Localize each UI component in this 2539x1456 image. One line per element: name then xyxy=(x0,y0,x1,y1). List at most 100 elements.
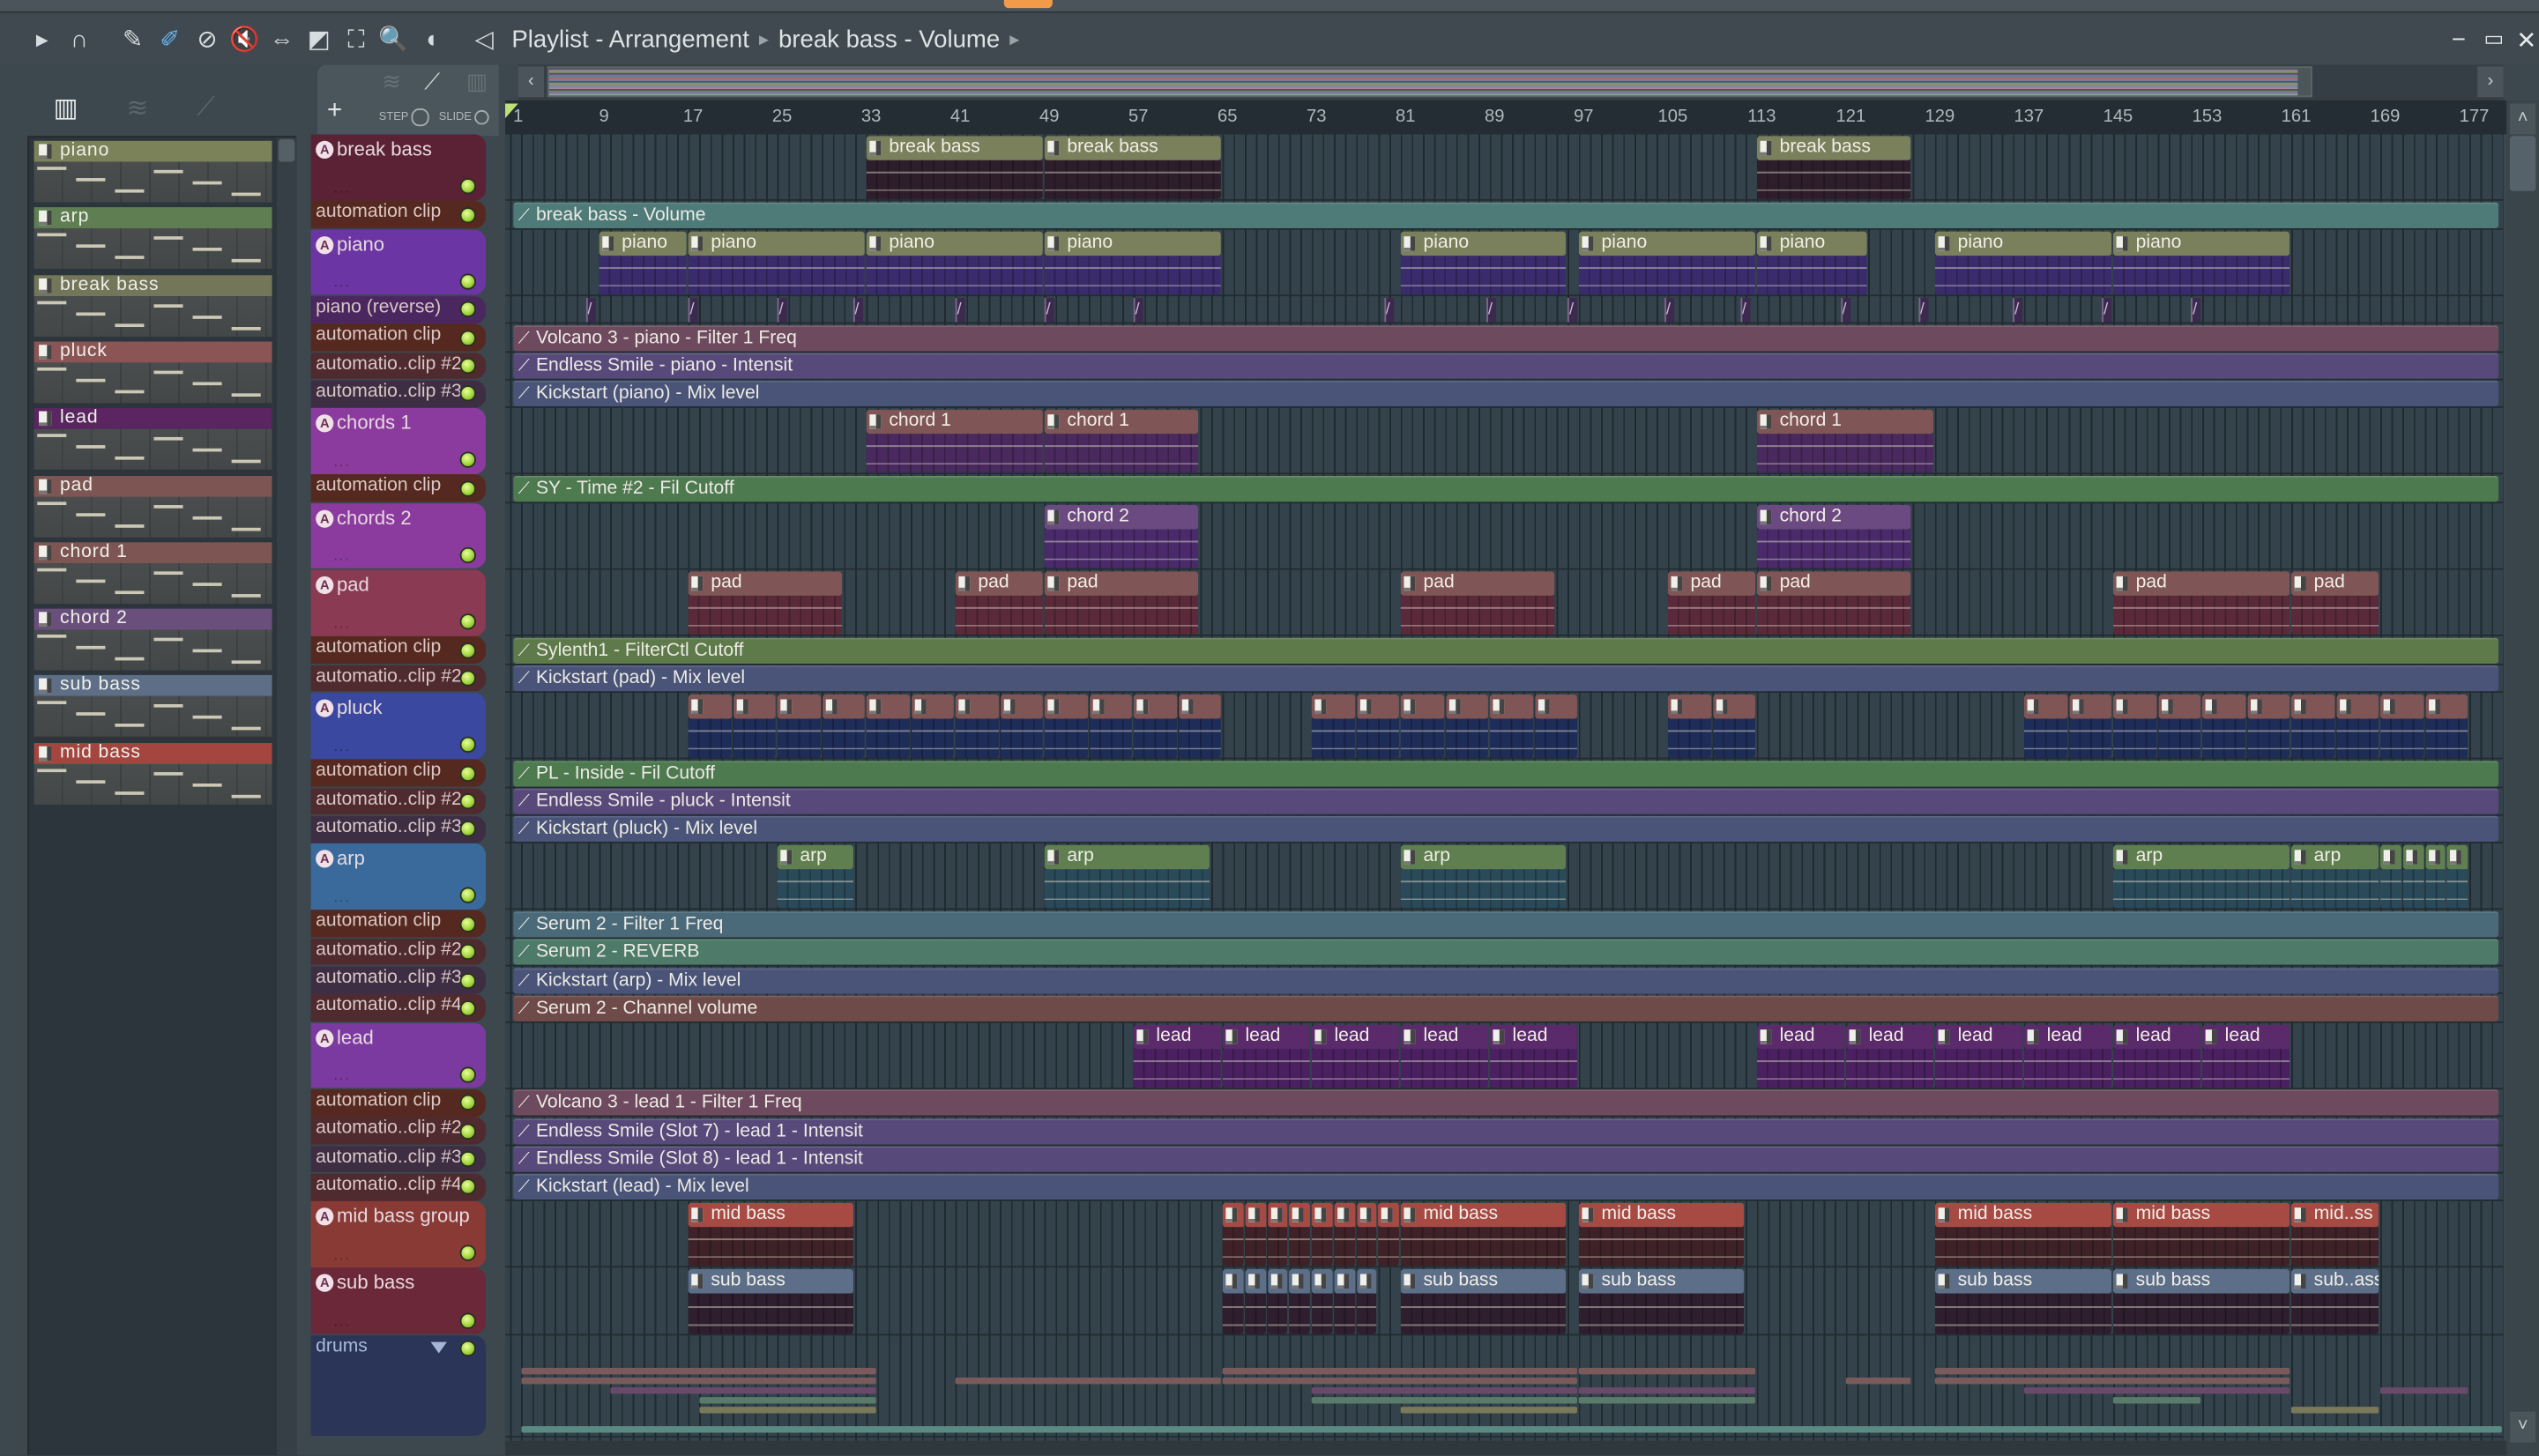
pattern-clip[interactable]: pad xyxy=(1400,571,1555,635)
track-header-automatio-clip-2[interactable]: automatio..clip #2 xyxy=(310,1117,487,1145)
automation-clip[interactable]: ⟋ break bass - Volume xyxy=(513,202,2499,228)
drum-clip[interactable] xyxy=(1845,1377,1911,1384)
pattern-clip[interactable] xyxy=(733,694,776,758)
track-header-automatio-clip-3[interactable]: automatio..clip #3 xyxy=(310,1145,487,1173)
pattern-clip[interactable]: break bass xyxy=(1044,136,1221,200)
pattern-clip[interactable]: break bass xyxy=(1756,136,1911,200)
reverse-clip[interactable]: / xyxy=(1917,297,1928,323)
reverse-clip[interactable]: / xyxy=(777,297,787,323)
expand-arrow-icon[interactable] xyxy=(430,1341,447,1353)
drum-clip[interactable] xyxy=(1934,1377,2290,1384)
pattern-clip[interactable]: lead xyxy=(1489,1023,1577,1088)
drum-clip[interactable] xyxy=(2023,1386,2290,1393)
reverse-clip[interactable]: / xyxy=(1486,297,1497,323)
automation-clip[interactable]: ⟋ Kickstart (arp) - Mix level xyxy=(513,967,2499,993)
automation-clip[interactable]: ⟋ Kickstart (pluck) - Mix level xyxy=(513,816,2499,843)
track-header-automation-clip[interactable]: automation clip xyxy=(310,636,487,665)
ruler-bar-number[interactable]: 169 xyxy=(2371,107,2401,126)
ruler-bar-number[interactable]: 137 xyxy=(2014,107,2044,126)
pattern-clip[interactable] xyxy=(2424,844,2446,910)
drum-clip[interactable] xyxy=(1311,1396,1577,1403)
pattern-clip[interactable] xyxy=(2424,694,2468,758)
track-header-automation-clip[interactable]: automation clip xyxy=(310,323,487,352)
drum-clip[interactable] xyxy=(1222,1367,1577,1374)
track-header-automation-clip[interactable]: automation clip xyxy=(310,1088,487,1117)
piano-roll-icon[interactable]: ▥ xyxy=(54,93,78,125)
track-enable-led[interactable] xyxy=(459,1178,476,1196)
pattern-clip[interactable]: lead xyxy=(1934,1023,2023,1088)
step-toggle[interactable] xyxy=(411,108,429,127)
pattern-clip[interactable] xyxy=(1712,694,1756,758)
drum-clip[interactable] xyxy=(699,1406,876,1413)
ruler-bar-number[interactable]: 145 xyxy=(2103,107,2133,126)
track-header-chords-1[interactable]: Achords 1... xyxy=(310,408,487,474)
ruler-bar-number[interactable]: 33 xyxy=(861,107,881,126)
pattern-clip[interactable] xyxy=(1089,694,1132,758)
pattern-clip[interactable]: lead xyxy=(1133,1023,1221,1088)
pattern-clip[interactable] xyxy=(1222,1202,1244,1267)
track-header-lead[interactable]: Alead... xyxy=(310,1022,487,1088)
scroll-up-button[interactable]: ˄ xyxy=(2509,103,2536,135)
pattern-clip[interactable] xyxy=(911,694,954,758)
pattern-item-mid-bass[interactable]: mid bass xyxy=(34,742,272,805)
pattern-clip[interactable] xyxy=(1311,1269,1333,1333)
track-header-automatio-clip-2[interactable]: automatio..clip #2 xyxy=(310,352,487,380)
pattern-clip[interactable]: piano xyxy=(866,230,1043,295)
picker-scrollbar[interactable] xyxy=(277,137,297,1456)
pattern-clip[interactable] xyxy=(822,694,865,758)
pattern-item-pad[interactable]: pad xyxy=(34,475,272,537)
pattern-clip[interactable] xyxy=(1289,1202,1310,1267)
pattern-item-chord-2[interactable]: chord 2 xyxy=(34,608,272,671)
pattern-clip[interactable]: lead xyxy=(1311,1023,1399,1088)
track-header-piano-reverse-[interactable]: piano (reverse) xyxy=(310,295,487,323)
drum-clip[interactable] xyxy=(521,1377,876,1384)
ruler-bar-number[interactable]: 9 xyxy=(599,107,608,126)
track-enable-led[interactable] xyxy=(459,385,476,403)
track-enable-led[interactable] xyxy=(459,888,476,904)
automation-clip[interactable]: ⟋ Endless Smile - piano - Intensit xyxy=(513,353,2499,379)
pattern-clip[interactable] xyxy=(1356,694,1399,758)
ruler-bar-number[interactable]: 97 xyxy=(1574,107,1593,126)
reverse-clip[interactable]: / xyxy=(2013,297,2023,323)
pattern-clip[interactable]: mid bass xyxy=(1578,1202,1745,1267)
pattern-clip[interactable] xyxy=(1289,1269,1310,1333)
ruler-bar-number[interactable]: 1 xyxy=(513,107,523,126)
track-enable-led[interactable] xyxy=(459,765,476,782)
track-enable-led[interactable] xyxy=(459,273,476,290)
reverse-clip[interactable]: / xyxy=(955,297,965,323)
ruler-bar-number[interactable]: 49 xyxy=(1039,107,1060,126)
pattern-clip[interactable] xyxy=(2379,694,2424,758)
delete-icon[interactable]: ⊘ xyxy=(190,21,225,56)
automation-clip[interactable]: ⟋ Serum 2 - Channel volume xyxy=(513,995,2499,1021)
pattern-clip[interactable] xyxy=(1267,1202,1288,1267)
pattern-clip[interactable]: arp xyxy=(2112,844,2290,910)
pattern-clip[interactable] xyxy=(1000,694,1043,758)
reverse-clip[interactable]: / xyxy=(1383,297,1394,323)
pattern-clip[interactable]: arp xyxy=(2290,844,2379,910)
pattern-clip[interactable]: lead xyxy=(2112,1023,2201,1088)
drum-clip[interactable] xyxy=(1578,1396,1756,1403)
pattern-clip[interactable]: pad xyxy=(1044,571,1199,635)
track-enable-led[interactable] xyxy=(459,546,476,564)
automation-link-icon[interactable]: ⟋ xyxy=(424,68,440,95)
reverse-clip[interactable]: / xyxy=(2191,297,2201,323)
pattern-clip[interactable] xyxy=(2112,694,2156,758)
pattern-clip[interactable] xyxy=(1667,694,1711,758)
pattern-item-lead[interactable]: lead xyxy=(34,408,272,470)
record-button-edge[interactable] xyxy=(1003,0,1053,9)
pattern-clip[interactable]: piano xyxy=(1756,230,1867,295)
scroll-left-button[interactable]: ‹ xyxy=(517,66,545,98)
pattern-clip[interactable] xyxy=(1356,1202,1377,1267)
track-enable-led[interactable] xyxy=(459,1340,476,1356)
pattern-clip[interactable] xyxy=(2290,694,2334,758)
drum-clip[interactable] xyxy=(1400,1406,1577,1413)
automation-clip[interactable]: ⟋ Kickstart (piano) - Mix level xyxy=(513,381,2499,407)
track-enable-led[interactable] xyxy=(459,330,476,346)
ruler-bar-number[interactable]: 121 xyxy=(1836,107,1866,126)
piano-keys-icon[interactable]: ▥ xyxy=(466,68,488,95)
pattern-clip[interactable]: pad xyxy=(955,571,1043,635)
automation-clip[interactable]: ⟋ Sylenth1 - FilterCtl Cutoff xyxy=(513,637,2499,664)
pattern-clip[interactable]: lead xyxy=(1756,1023,1845,1088)
reverse-clip[interactable]: / xyxy=(1044,297,1054,323)
pattern-clip[interactable]: pad xyxy=(2112,571,2290,635)
